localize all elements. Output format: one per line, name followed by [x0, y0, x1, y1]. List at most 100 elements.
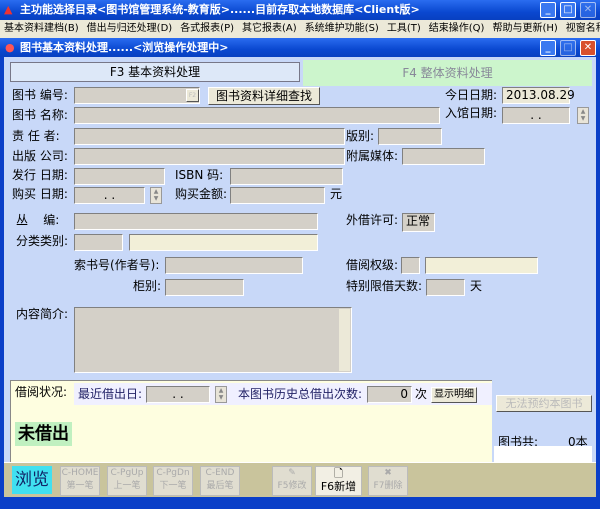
day-label: 天 — [470, 279, 483, 293]
book-no-label: 图书 编号: — [12, 88, 68, 102]
next-record-button[interactable]: C-PgDn 下一笔 — [153, 466, 193, 496]
buy-date-label: 购买 日期: — [12, 187, 68, 201]
limit-days-input[interactable] — [426, 279, 465, 296]
minimize-button[interactable]: _ — [540, 2, 556, 18]
isbn-input[interactable] — [230, 168, 343, 185]
last-borrow-date: . . — [146, 386, 210, 403]
last-borrow-spinner[interactable]: ▲ ▼ — [215, 386, 227, 403]
detail-search-button[interactable]: 图书资料详细查找 — [208, 87, 320, 105]
category-code-input[interactable] — [74, 234, 123, 251]
close-button[interactable]: ✕ — [580, 2, 596, 18]
last-record-button[interactable]: C-END 最后笔 — [200, 466, 240, 496]
menu-window[interactable]: 视窗名称(W) — [566, 23, 600, 34]
series-input[interactable] — [74, 213, 318, 230]
menu-bar: 基本资料建档(B) 借出与归还处理(D) 各式报表(P) 其它报表(A) 系统维护功能(… — [0, 20, 600, 38]
author-input[interactable] — [74, 128, 345, 145]
inner-minimize-button[interactable]: _ — [540, 40, 556, 56]
amount-label: 购买金额: — [175, 187, 228, 201]
prev-record-button[interactable]: C-PgUp 上一笔 — [107, 466, 147, 496]
reserve-button[interactable]: 无法预约本图书 — [496, 395, 592, 412]
edit-button[interactable]: ✎ F5修改 — [272, 466, 312, 496]
next-label: 下一笔 — [159, 481, 187, 491]
prev-label: 上一笔 — [113, 481, 141, 491]
pub-date-input[interactable] — [74, 168, 165, 185]
lend-permit-label: 外借许可: — [346, 213, 399, 227]
add-button[interactable]: 🗋 F6新增 — [315, 466, 362, 496]
entry-date-input[interactable]: . . — [502, 107, 570, 124]
inner-maximize-button[interactable]: □ — [560, 40, 576, 56]
edition-label: 版别: — [346, 129, 375, 143]
edition-input[interactable] — [378, 128, 442, 145]
first-shortcut: C-HOME — [61, 468, 99, 478]
f2-lookup-button[interactable]: F2 — [186, 89, 199, 102]
borrow-status-label: 借阅状况: — [15, 385, 68, 399]
book-count-value: 0本 — [568, 435, 588, 446]
limit-days-label: 特别限借天数: — [346, 279, 423, 293]
delete-button[interactable]: ✖ F7删除 — [368, 466, 408, 496]
book-count-bar — [494, 446, 592, 462]
form-icon: ● — [5, 41, 15, 54]
show-detail-button[interactable]: 显示明细 — [431, 387, 477, 403]
menu-other-reports[interactable]: 其它报表(A) — [242, 23, 297, 34]
summary-label: 内容简介: — [16, 307, 69, 321]
tab-f3[interactable]: F3 基本资料处理 — [10, 62, 300, 82]
borrow-level-name — [425, 257, 538, 274]
borrow-level-input[interactable] — [401, 257, 420, 274]
entry-date-spinner[interactable]: ▲ ▼ — [577, 107, 589, 124]
new-document-icon: 🗋 — [334, 467, 343, 480]
times-label: 次 — [415, 387, 428, 401]
menu-borrow[interactable]: 借出与归还处理(D) — [87, 23, 173, 34]
menu-tools[interactable]: 工具(T) — [387, 23, 421, 34]
total-borrow-label: 本图书历史总借出次数: — [238, 387, 363, 401]
delete-icon: ✖ — [384, 468, 392, 478]
menu-reports[interactable]: 各式报表(P) — [180, 23, 234, 34]
last-shortcut: C-END — [205, 468, 235, 478]
title-label: 图书 名称: — [12, 108, 68, 122]
buy-date-input[interactable]: . . — [74, 187, 145, 204]
summary-textarea[interactable] — [74, 307, 352, 373]
add-label: F6新增 — [320, 480, 357, 493]
author-label: 责 任 者: — [12, 129, 60, 143]
total-borrow-count: 0 — [367, 386, 412, 403]
first-record-button[interactable]: C-HOME 第一笔 — [60, 466, 100, 496]
maximize-button[interactable]: □ — [560, 2, 576, 18]
buy-date-spinner[interactable]: ▲ ▼ — [150, 187, 162, 204]
publisher-input[interactable] — [74, 148, 345, 165]
amount-input[interactable] — [230, 187, 325, 204]
delete-label: F7删除 — [373, 481, 403, 491]
isbn-label: ISBN 码: — [175, 168, 224, 182]
edit-icon: ✎ — [288, 468, 296, 478]
borrow-level-label: 借阅权级: — [346, 258, 399, 272]
book-no-input[interactable] — [74, 87, 200, 104]
menu-exit[interactable]: 结束操作(Q) — [429, 23, 485, 34]
menu-basic[interactable]: 基本资料建档(B) — [4, 23, 79, 34]
menu-help[interactable]: 帮助与更新(H) — [492, 23, 557, 34]
outer-title-bar: ▲ 主功能选择目录<图书馆管理系统-教育版>......目前存取本地数据库<Cl… — [0, 0, 600, 20]
title-input[interactable] — [74, 107, 440, 124]
inner-title: 图书基本资料处理......<浏览操作处理中> — [20, 41, 229, 54]
inner-title-bar: ● 图书基本资料处理......<浏览操作处理中> _ □ ✕ — [0, 38, 600, 57]
cabinet-label: 柜别: — [133, 279, 162, 293]
edit-label: F5修改 — [277, 481, 307, 491]
last-borrow-label: 最近借出日: — [78, 387, 143, 401]
today-label: 今日日期: — [445, 88, 498, 102]
borrow-status-value: 未借出 — [15, 422, 72, 446]
entry-date-label: 入馆日期: — [445, 106, 498, 120]
category-name-field — [129, 234, 318, 251]
lend-permit-value[interactable]: 正常 — [402, 213, 435, 232]
call-no-input[interactable] — [165, 257, 303, 274]
media-label: 附属媒体: — [346, 149, 399, 163]
app-icon: ▲ — [4, 3, 13, 16]
menu-maintenance[interactable]: 系统维护功能(S) — [305, 23, 379, 34]
today-value: 2013.08.29 — [502, 87, 575, 104]
cabinet-input[interactable] — [165, 279, 244, 296]
book-count-label: 图书共: — [498, 435, 539, 446]
inner-close-button[interactable]: ✕ — [580, 40, 596, 56]
category-label: 分类类别: — [16, 234, 69, 248]
pub-date-label: 发行 日期: — [12, 168, 68, 182]
outer-title: 主功能选择目录<图书馆管理系统-教育版>......目前存取本地数据库<Clie… — [20, 3, 420, 16]
next-shortcut: C-PgDn — [156, 468, 190, 478]
media-input[interactable] — [402, 148, 485, 165]
tab-f4[interactable]: F4 整体资料处理 — [303, 60, 592, 86]
summary-scrollbar[interactable] — [339, 309, 350, 371]
